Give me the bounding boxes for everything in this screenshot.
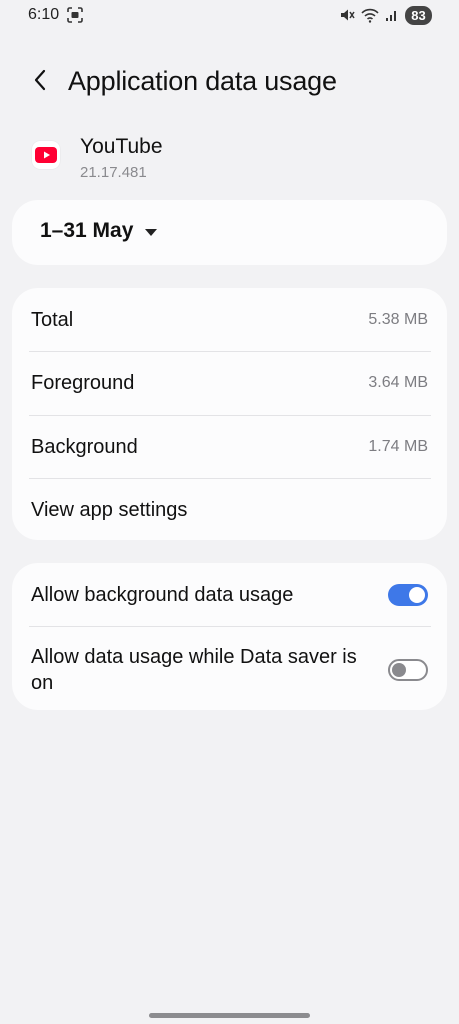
background-row: Background 1.74 MB [31, 415, 428, 479]
background-data-toggle[interactable] [388, 584, 428, 606]
battery-indicator: 83 [405, 5, 432, 25]
view-app-settings-label: View app settings [31, 498, 188, 521]
wifi-icon [361, 7, 379, 23]
divider [29, 626, 431, 627]
signal-icon [385, 8, 399, 22]
date-range-card: 1–31 May [12, 200, 447, 265]
settings-card: Allow background data usage Allow data u… [12, 563, 447, 710]
app-info: YouTube 21.17.481 [32, 135, 432, 185]
app-name: YouTube [80, 135, 163, 158]
status-right: 83 [339, 5, 432, 25]
status-bar: 6:10 83 [0, 0, 459, 30]
toggle-knob [409, 587, 425, 603]
foreground-label: Foreground [31, 371, 135, 394]
dropdown-arrow-icon [145, 228, 158, 236]
home-indicator[interactable] [149, 1013, 310, 1018]
foreground-row: Foreground 3.64 MB [31, 351, 428, 415]
data-saver-toggle[interactable] [388, 659, 428, 681]
foreground-value: 3.64 MB [368, 374, 428, 391]
total-label: Total [31, 308, 74, 331]
data-saver-row[interactable]: Allow data usage while Data saver is on [31, 643, 428, 697]
screenshot-icon [67, 7, 83, 23]
date-range-dropdown[interactable]: 1–31 May [40, 219, 158, 243]
background-data-label: Allow background data usage [31, 584, 294, 606]
status-time: 6:10 [28, 6, 60, 23]
data-saver-label: Allow data usage while Data saver is on [31, 646, 357, 694]
back-button[interactable] [28, 68, 52, 97]
page-title: Application data usage [68, 66, 337, 96]
background-label: Background [31, 435, 138, 458]
header: Application data usage [0, 62, 459, 102]
total-row: Total 5.38 MB [31, 288, 428, 352]
total-value: 5.38 MB [368, 311, 428, 328]
background-data-row[interactable]: Allow background data usage [31, 577, 428, 613]
toggle-knob [392, 663, 406, 677]
background-value: 1.74 MB [368, 438, 428, 455]
back-arrow-icon [33, 68, 47, 97]
date-range-label: 1–31 May [40, 219, 134, 242]
view-app-settings-link[interactable]: View app settings [31, 478, 428, 542]
app-version: 21.17.481 [80, 164, 147, 181]
youtube-icon [32, 141, 60, 169]
mute-icon [339, 7, 355, 23]
usage-card: Total 5.38 MB Foreground 3.64 MB Backgro… [12, 288, 447, 540]
status-left: 6:10 [28, 6, 83, 24]
